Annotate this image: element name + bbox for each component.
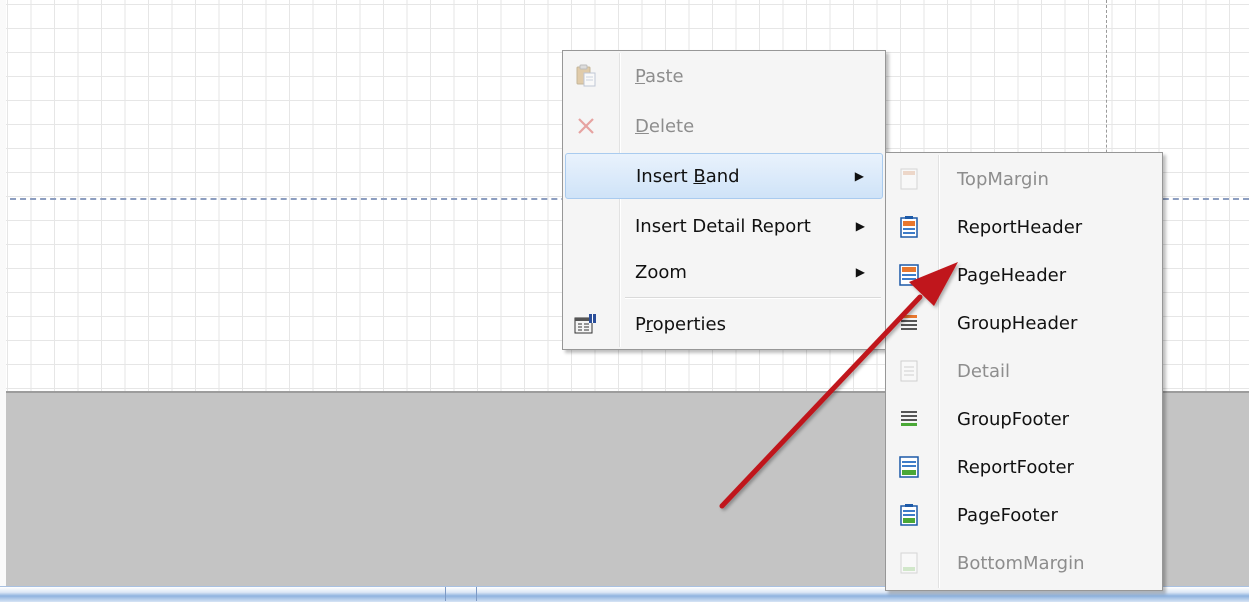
submenu-arrow-icon: ▶ (855, 219, 865, 233)
band-item-report-footer[interactable]: ReportFooter (888, 443, 1160, 491)
insert-band-submenu: TopMargin ReportHeader PageHeader GroupH… (885, 152, 1163, 591)
band-item-group-footer[interactable]: GroupFooter (888, 395, 1160, 443)
menu-item-label: TopMargin (957, 168, 1049, 190)
menu-item-label: Delete (635, 115, 695, 137)
band-item-page-footer[interactable]: PageFooter (888, 491, 1160, 539)
menu-item-label: Paste (635, 65, 684, 87)
top-margin-icon (896, 166, 922, 192)
band-item-report-header[interactable]: ReportHeader (888, 203, 1160, 251)
menu-item-label: GroupHeader (957, 312, 1078, 334)
band-item-bottom-margin[interactable]: BottomMargin (888, 539, 1160, 587)
menu-item-label: GroupFooter (957, 408, 1070, 430)
group-footer-icon (896, 406, 922, 432)
menu-item-label: Insert Band (636, 165, 740, 187)
context-menu: Paste Delete Insert Band ▶ Insert Detail… (562, 50, 886, 350)
page-header-icon (896, 262, 922, 288)
menu-item-insert-band[interactable]: Insert Band ▶ (565, 153, 883, 199)
submenu-arrow-icon: ▶ (854, 169, 864, 183)
submenu-arrow-icon: ▶ (855, 265, 865, 279)
properties-icon (573, 311, 599, 337)
menu-item-label: PageHeader (957, 264, 1067, 286)
menu-item-label: Zoom (635, 261, 687, 283)
band-item-group-header[interactable]: GroupHeader (888, 299, 1160, 347)
paste-icon (573, 63, 599, 89)
menu-item-label: Insert Detail Report (635, 215, 811, 237)
detail-icon (896, 358, 922, 384)
band-item-top-margin[interactable]: TopMargin (888, 155, 1160, 203)
menu-item-zoom[interactable]: Zoom ▶ (565, 249, 883, 295)
menu-separator (625, 297, 881, 299)
menu-item-delete[interactable]: Delete (565, 103, 883, 149)
scrollbar-thumb-grip[interactable] (445, 587, 477, 601)
band-item-detail[interactable]: Detail (888, 347, 1160, 395)
menu-item-paste[interactable]: Paste (565, 53, 883, 99)
delete-icon (573, 113, 599, 139)
band-item-page-header[interactable]: PageHeader (888, 251, 1160, 299)
bottom-margin-icon (896, 550, 922, 576)
menu-item-properties[interactable]: Properties (565, 301, 883, 347)
menu-item-label: BottomMargin (957, 552, 1085, 574)
menu-item-label: ReportHeader (957, 216, 1083, 238)
menu-item-insert-detail-report[interactable]: Insert Detail Report ▶ (565, 203, 883, 249)
menu-item-label: ReportFooter (957, 456, 1074, 478)
left-border (0, 0, 6, 601)
group-header-icon (896, 310, 922, 336)
menu-item-label: Properties (635, 313, 726, 335)
report-footer-icon (896, 454, 922, 480)
report-header-icon (896, 214, 922, 240)
menu-item-label: PageFooter (957, 504, 1058, 526)
menu-item-label: Detail (957, 360, 1011, 382)
page-footer-icon (896, 502, 922, 528)
